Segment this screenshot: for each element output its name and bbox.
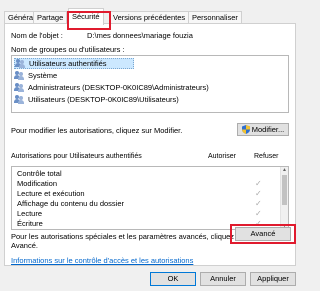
- uac-shield-icon: [241, 125, 250, 134]
- allow-check: ✓: [255, 199, 262, 208]
- users-icon: [14, 71, 25, 80]
- table-row: Lecture ✓: [17, 209, 277, 219]
- allow-check: ✓: [255, 189, 262, 198]
- allow-check: ✓: [255, 209, 262, 218]
- users-icon: [14, 95, 25, 104]
- permission-name: Contrôle total: [17, 169, 62, 178]
- scroll-up-icon[interactable]: ▲: [282, 167, 287, 173]
- deny-column-header: Refuser: [254, 153, 279, 160]
- modify-hint: Pour modifier les autorisations, cliquez…: [11, 126, 183, 135]
- user-name: Administrateurs (DESKTOP-0K0IC89\Adminis…: [28, 83, 209, 92]
- permission-name: Affichage du contenu du dossier: [17, 199, 125, 208]
- tab-security[interactable]: Sécurité: [68, 8, 104, 25]
- table-row: Affichage du contenu du dossier ✓: [17, 199, 277, 209]
- list-item[interactable]: Administrateurs (DESKTOP-0K0IC89\Adminis…: [14, 82, 209, 93]
- users-icon: [14, 83, 25, 92]
- advanced-hint-line2: Avancé.: [11, 241, 38, 250]
- permission-name: Modification: [17, 179, 58, 188]
- list-item[interactable]: Utilisateurs authentifiés: [14, 58, 134, 69]
- list-item[interactable]: Utilisateurs (DESKTOP-0K0IC89\Utilisateu…: [14, 94, 179, 105]
- permission-name: Lecture: [17, 209, 43, 218]
- permissions-header: Autorisations pour Utilisateurs authenti…: [11, 153, 142, 160]
- list-item[interactable]: Système: [14, 70, 57, 81]
- cancel-button[interactable]: Annuler: [200, 272, 246, 286]
- table-row: Modification ✓: [17, 179, 277, 189]
- permissions-list: Contrôle total Modification ✓ Lecture et…: [11, 166, 289, 230]
- object-name-value: D:\mes donnees\mariage fouzia: [87, 31, 193, 40]
- table-row: Lecture et exécution ✓: [17, 189, 277, 199]
- permission-name: Lecture et exécution: [17, 189, 85, 198]
- scrollbar-thumb[interactable]: [282, 175, 287, 205]
- user-name: Utilisateurs authentifiés: [29, 59, 107, 68]
- properties-dialog: Général Partage Sécurité Versions précéd…: [0, 0, 300, 291]
- permissions-scrollbar[interactable]: ▲ ▼: [280, 167, 288, 229]
- modify-button-label: Modifier...: [251, 125, 285, 134]
- table-row: Contrôle total: [17, 169, 277, 179]
- access-control-info-link[interactable]: Informations sur le contrôle d'accès et …: [11, 256, 193, 265]
- apply-button[interactable]: Appliquer: [250, 272, 296, 286]
- allow-check: ✓: [255, 179, 262, 188]
- users-icon: [15, 59, 26, 68]
- advanced-hint-line1: Pour les autorisations spéciales et les …: [11, 232, 247, 241]
- groups-label: Nom de groupes ou d'utilisateurs :: [11, 45, 125, 54]
- ok-button[interactable]: OK: [150, 272, 196, 286]
- modify-button[interactable]: Modifier...: [237, 123, 289, 136]
- tab-bar: Général Partage Sécurité Versions précéd…: [4, 8, 296, 30]
- user-name: Utilisateurs (DESKTOP-0K0IC89\Utilisateu…: [28, 95, 179, 104]
- object-name-label: Nom de l'objet :: [11, 31, 63, 40]
- advanced-button[interactable]: Avancé: [235, 227, 291, 241]
- allow-column-header: Autoriser: [208, 153, 237, 160]
- permission-name: Écriture: [17, 219, 43, 228]
- user-name: Système: [28, 71, 58, 80]
- users-listbox[interactable]: Utilisateurs authentifiés Système Admini…: [11, 55, 289, 113]
